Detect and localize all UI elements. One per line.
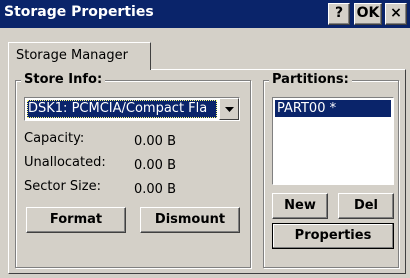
store-info-label: Store Info: <box>21 72 106 87</box>
capacity-label: Capacity: <box>24 131 85 146</box>
sector-size-label: Sector Size: <box>24 179 101 194</box>
dismount-button[interactable]: Dismount <box>140 207 240 233</box>
unallocated-label: Unallocated: <box>24 155 106 170</box>
partitions-list[interactable]: PART00 * <box>272 97 394 185</box>
tab-storage-manager[interactable]: Storage Manager <box>8 42 151 70</box>
ok-button[interactable]: OK <box>354 3 382 25</box>
help-button[interactable]: ? <box>328 3 350 25</box>
dropdown-arrow-icon[interactable] <box>219 98 239 120</box>
partitions-label: Partitions: <box>269 72 352 87</box>
del-button[interactable]: Del <box>338 193 394 219</box>
tab-page: Store Info: DSK1: PCMCIA/Compact Fla Cap… <box>8 69 406 274</box>
close-button[interactable]: × <box>385 3 407 25</box>
window-title: Storage Properties <box>4 4 154 20</box>
new-button[interactable]: New <box>272 193 328 219</box>
store-info-group: Store Info: DSK1: PCMCIA/Compact Fla Cap… <box>15 72 251 268</box>
partition-item[interactable]: PART00 * <box>275 100 391 117</box>
sector-size-value: 0.00 B <box>134 182 176 197</box>
unallocated-value: 0.00 B <box>134 158 176 173</box>
dialog-body: Storage Manager Store Info: DSK1: PCMCIA… <box>0 28 410 278</box>
properties-button[interactable]: Properties <box>272 223 394 249</box>
store-select[interactable]: DSK1: PCMCIA/Compact Fla <box>24 97 240 121</box>
capacity-value: 0.00 B <box>134 134 176 149</box>
partitions-group: Partitions: PART00 * New Del Properties <box>263 72 399 268</box>
format-button[interactable]: Format <box>26 207 126 233</box>
title-bar: Storage Properties ? OK × <box>0 0 410 28</box>
store-select-value: DSK1: PCMCIA/Compact Fla <box>27 100 217 118</box>
